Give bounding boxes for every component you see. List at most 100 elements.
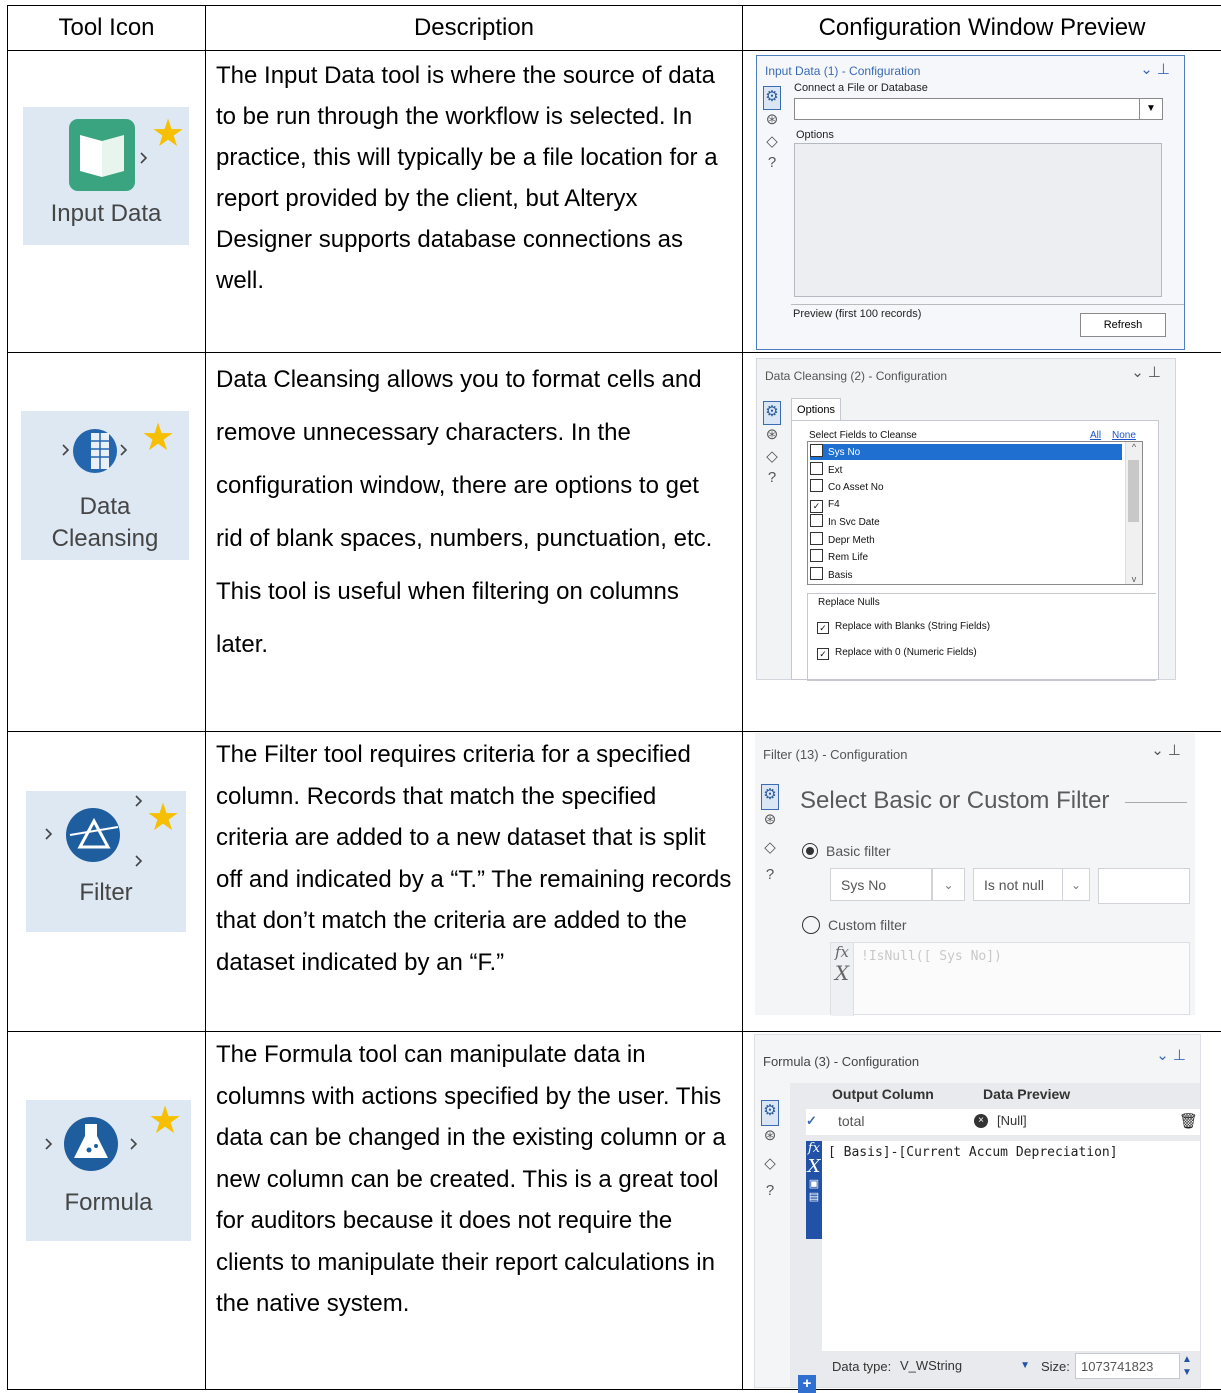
chevron-down-icon[interactable]: ⌄ — [1062, 868, 1090, 901]
field-list-item[interactable]: Sys No — [810, 444, 1122, 460]
radio-unselected-icon[interactable] — [802, 916, 820, 934]
clear-icon[interactable]: × — [974, 1114, 988, 1128]
chevron-down-icon[interactable]: ⌄ — [932, 868, 965, 901]
checkbox-checked-icon[interactable]: ✓ — [817, 622, 829, 634]
formula-row[interactable]: ✓ total × [Null] 🗑 — [806, 1109, 1200, 1135]
panel-title: Formula (3) - Configuration — [763, 1054, 919, 1069]
checkbox-icon[interactable] — [810, 532, 823, 545]
options-label: Options — [796, 129, 834, 141]
dropdown-arrow-icon[interactable]: ▼ — [1020, 1356, 1030, 1376]
formula-tool-icon: ★ Formula — [26, 1100, 191, 1241]
icon-cell: ★ Filter — [8, 732, 206, 1032]
save-icon[interactable]: ▤ — [806, 1190, 822, 1203]
radio-selected-icon[interactable] — [802, 843, 818, 859]
icon-label-line2: Cleansing — [21, 524, 189, 554]
tag-icon[interactable]: ◇ — [763, 447, 781, 469]
filter-config-panel: Filter (13) - Configuration ⌄ ⊥ ⚙ ⊛ ◇ ? … — [755, 733, 1195, 1015]
gear-icon[interactable]: ⚙ — [763, 86, 781, 110]
folder-icon[interactable]: ▣ — [806, 1177, 822, 1190]
field-list-item[interactable]: In Svc Date — [810, 514, 1122, 530]
datatype-select[interactable]: V_WString▼ — [900, 1356, 1034, 1376]
field-name: Depr Meth — [828, 535, 875, 546]
field-list-item[interactable]: Depr Meth — [810, 532, 1122, 548]
gear-icon[interactable]: ⚙ — [761, 784, 779, 810]
checkbox-checked-icon[interactable]: ✓ — [817, 648, 829, 660]
replace-zero-option[interactable]: ✓Replace with 0 (Numeric Fields) — [817, 647, 977, 660]
scrollbar[interactable]: ^ v — [1125, 442, 1142, 584]
panel-controls-icon[interactable]: ⌄ ⊥ — [1140, 60, 1170, 78]
checkbox-icon[interactable] — [810, 462, 823, 475]
all-link[interactable]: All — [1090, 430, 1101, 441]
expression-editor[interactable]: [ Basis]-[Current Accum Depreciation] — [822, 1141, 1200, 1351]
checkbox-icon[interactable] — [810, 567, 823, 580]
checkbox-icon[interactable] — [810, 444, 823, 457]
field-list-item[interactable]: Rem Life — [810, 549, 1122, 565]
refresh-button[interactable]: Refresh — [1080, 313, 1166, 337]
formula-config-panel: Formula (3) - Configuration ⌄ ⊥ ⚙ ⊛ ◇ ? … — [754, 1034, 1201, 1388]
navigate-icon[interactable]: ⊛ — [763, 425, 781, 447]
navigate-icon[interactable]: ⊛ — [761, 810, 779, 838]
none-link[interactable]: None — [1112, 430, 1136, 441]
table-row-input-data: ★ Input Data The Input Data tool is wher… — [8, 51, 1221, 353]
gear-icon[interactable]: ⚙ — [763, 401, 781, 425]
scroll-thumb[interactable] — [1128, 460, 1139, 522]
operator-select[interactable]: Is not null — [973, 868, 1063, 901]
panel-controls-icon[interactable]: ⌄ ⊥ — [1156, 1046, 1186, 1064]
replace-blanks-option[interactable]: ✓Replace with Blanks (String Fields) — [817, 621, 990, 634]
checkbox-icon[interactable] — [810, 549, 823, 562]
description-cell: The Formula tool can manipulate data in … — [206, 1032, 743, 1390]
add-formula-button[interactable]: + — [798, 1375, 816, 1393]
panel-controls-icon[interactable]: ⌄ ⊥ — [1131, 363, 1161, 381]
field-list-item[interactable]: ✓F4 — [810, 497, 1122, 513]
output-column-value[interactable]: total — [838, 1113, 864, 1129]
options-tab-body: Select Fields to Cleanse All None Sys No… — [791, 420, 1159, 680]
icon-cell: ★ Input Data — [8, 51, 206, 353]
field-select[interactable]: Sys No — [830, 868, 932, 901]
basic-filter-option[interactable]: Basic filter — [802, 843, 891, 859]
help-icon[interactable]: ? — [761, 1182, 779, 1210]
field-list-item[interactable]: Co Asset No — [810, 479, 1122, 495]
scroll-up-icon[interactable]: ^ — [1126, 442, 1142, 452]
trash-icon[interactable]: 🗑 — [1179, 1112, 1198, 1130]
custom-filter-label: Custom filter — [828, 917, 907, 933]
gear-icon[interactable]: ⚙ — [761, 1100, 779, 1126]
size-input[interactable]: 1073741823 — [1075, 1353, 1180, 1379]
checkbox-checked-icon[interactable]: ✓ — [810, 500, 823, 513]
function-icon[interactable]: fx — [806, 1141, 822, 1156]
checkbox-icon[interactable] — [810, 479, 823, 492]
expression-text: [ Basis]-[Current Accum Depreciation] — [828, 1145, 1118, 1160]
help-icon[interactable]: ? — [761, 866, 779, 894]
variable-icon[interactable]: X — [806, 1156, 822, 1177]
dropdown-arrow-icon[interactable]: ▼ — [1139, 98, 1163, 120]
value-input[interactable] — [1098, 868, 1190, 904]
divider — [791, 304, 1184, 305]
scroll-down-icon[interactable]: v — [1126, 574, 1142, 584]
field-list-item[interactable]: Ext — [810, 462, 1122, 478]
field-name: Ext — [828, 465, 842, 476]
custom-filter-option[interactable]: Custom filter — [802, 916, 907, 934]
help-icon[interactable]: ? — [763, 154, 781, 176]
heading-rule — [1125, 802, 1187, 803]
col-preview-header: Data Preview — [983, 1086, 1070, 1102]
field-name: Basis — [828, 570, 852, 581]
connect-input[interactable] — [794, 98, 1140, 120]
tag-icon[interactable]: ◇ — [763, 132, 781, 154]
spinner-icon[interactable]: ▲▼ — [1182, 1353, 1192, 1379]
tag-icon[interactable]: ◇ — [761, 1154, 779, 1182]
expression-editor[interactable]: fxX !IsNull([ Sys No]) — [830, 942, 1190, 1015]
icon-cell: ★ Formula — [8, 1032, 206, 1390]
navigate-icon[interactable]: ⊛ — [763, 110, 781, 132]
panel-controls-icon[interactable]: ⌄ ⊥ — [1151, 741, 1181, 759]
variable-icon[interactable]: X — [831, 961, 853, 985]
preview-label: Preview (first 100 records) — [793, 308, 921, 320]
description-cell: The Input Data tool is where the source … — [206, 51, 743, 353]
chevron-down-icon[interactable]: ✓ — [806, 1113, 817, 1129]
help-icon[interactable]: ? — [763, 469, 781, 491]
navigate-icon[interactable]: ⊛ — [761, 1126, 779, 1154]
tab-options[interactable]: Options — [791, 398, 841, 421]
input-data-tool-icon: ★ Input Data — [23, 107, 189, 245]
tag-icon[interactable]: ◇ — [761, 838, 779, 866]
checkbox-icon[interactable] — [810, 514, 823, 527]
function-icon[interactable]: fx — [831, 943, 853, 961]
field-list-item[interactable]: Basis — [810, 567, 1122, 583]
